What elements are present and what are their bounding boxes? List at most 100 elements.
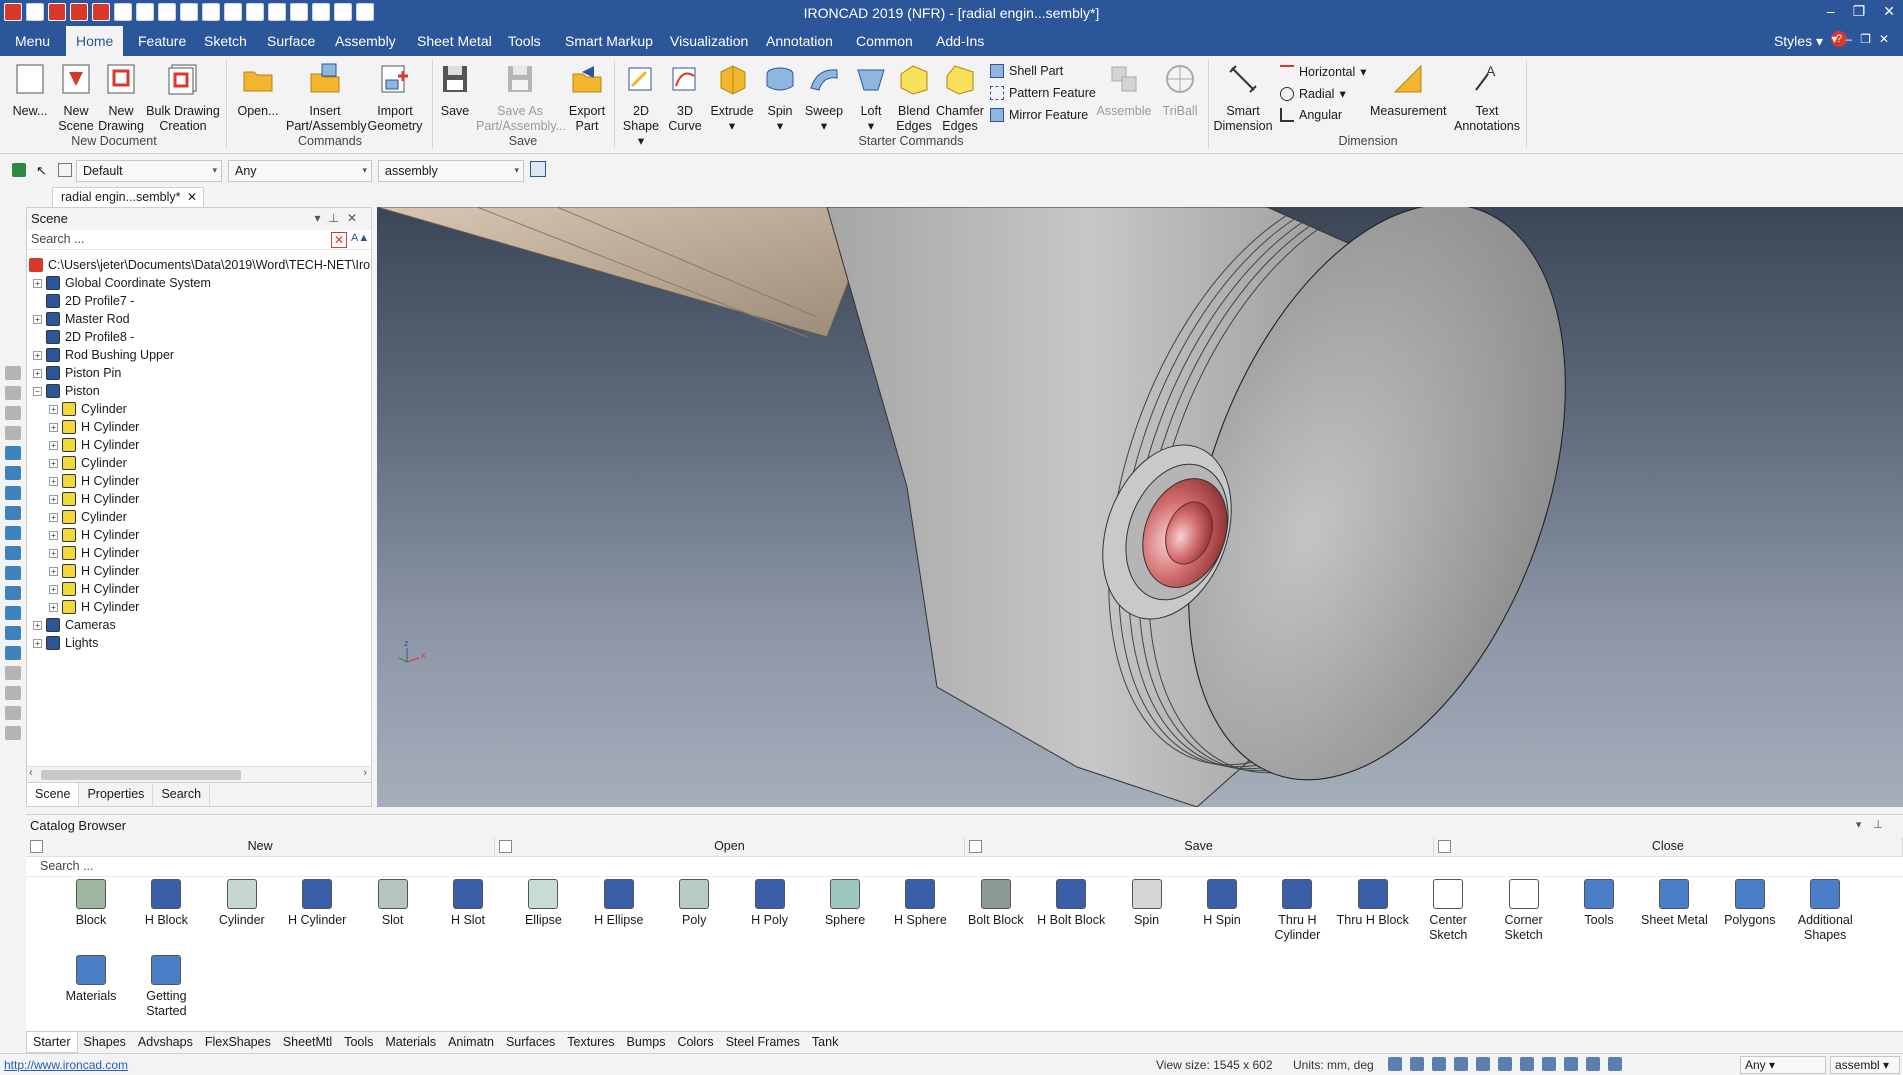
- style-combo[interactable]: Default ▾: [76, 160, 222, 182]
- catalog-item[interactable]: H Sphere: [883, 879, 957, 928]
- catalog-item[interactable]: Block: [54, 879, 128, 928]
- status-level-combo[interactable]: assembl ▾: [1830, 1056, 1900, 1074]
- smart-dimension-button[interactable]: Smart Dimension: [1212, 62, 1274, 134]
- tree-item[interactable]: + H Cylinder: [49, 418, 139, 436]
- horizontal-dimension-button[interactable]: Horizontal ▾: [1280, 64, 1367, 79]
- mirror-feature-button[interactable]: Mirror Feature: [990, 108, 1088, 122]
- expand-toggle-icon[interactable]: +: [49, 548, 58, 558]
- catalog-item[interactable]: H Spin: [1185, 879, 1259, 928]
- expand-toggle-icon[interactable]: +: [49, 512, 58, 522]
- catalog-item[interactable]: H Slot: [431, 879, 505, 928]
- catalog-item[interactable]: Poly: [657, 879, 731, 928]
- new-drawing-button[interactable]: New Drawing: [98, 62, 144, 134]
- catalog-tab[interactable]: Starter: [26, 1032, 78, 1053]
- tree-item[interactable]: + H Cylinder: [49, 472, 139, 490]
- spin-button[interactable]: Spin ▾: [762, 62, 798, 134]
- tool-icon[interactable]: [5, 606, 21, 620]
- scroll-left-icon[interactable]: ‹: [29, 767, 33, 779]
- tree-item[interactable]: + Cylinder: [49, 508, 127, 526]
- tool-icon[interactable]: [5, 426, 21, 440]
- cursor-icon[interactable]: [1608, 1057, 1622, 1071]
- catalog-tab[interactable]: Steel Frames: [720, 1032, 806, 1053]
- catalog-item[interactable]: Thru H Block: [1336, 879, 1410, 928]
- minimize-icon[interactable]: –: [1827, 3, 1835, 20]
- tab-search[interactable]: Search: [153, 783, 211, 806]
- horizontal-scrollbar[interactable]: ‹ ›: [27, 766, 371, 782]
- expand-toggle-icon[interactable]: +: [49, 440, 58, 450]
- clear-search-icon[interactable]: ✕: [331, 232, 347, 248]
- tree-root[interactable]: C:\Users\jeter\Documents\Data\2019\Word\…: [29, 256, 371, 274]
- blend-edges-button[interactable]: Blend Edges: [894, 62, 934, 134]
- 3d-viewport[interactable]: z x: [377, 207, 1903, 807]
- close-tab-icon[interactable]: ✕: [187, 190, 197, 204]
- expand-toggle-icon[interactable]: +: [49, 422, 58, 432]
- catalog-tab[interactable]: Colors: [671, 1032, 719, 1053]
- orbit-icon[interactable]: [1476, 1057, 1490, 1071]
- expand-toggle-icon[interactable]: +: [33, 638, 42, 648]
- loft-button[interactable]: Loft ▾: [852, 62, 890, 134]
- tree-item[interactable]: + Cylinder: [49, 454, 127, 472]
- catalog-tab[interactable]: Tools: [338, 1032, 379, 1053]
- catalog-item[interactable]: Materials: [54, 955, 128, 1004]
- tab-sheet-metal[interactable]: Sheet Metal: [407, 26, 502, 56]
- tab-home[interactable]: Home: [66, 26, 124, 56]
- extrude-button[interactable]: Extrude ▾: [708, 62, 756, 134]
- expand-toggle-icon[interactable]: +: [33, 278, 42, 288]
- tree-item[interactable]: + H Cylinder: [49, 436, 139, 454]
- import-geometry-button[interactable]: Import Geometry: [366, 62, 424, 134]
- tree-item[interactable]: + H Cylinder: [49, 544, 139, 562]
- tree-item[interactable]: + Piston Pin: [33, 364, 121, 382]
- catalog-tab[interactable]: Textures: [561, 1032, 620, 1053]
- catalog-tab[interactable]: Bumps: [621, 1032, 672, 1053]
- new-scene-button[interactable]: New Scene: [56, 62, 96, 134]
- catalog-item[interactable]: Center Sketch: [1411, 879, 1485, 943]
- tree-item[interactable]: + Rod Bushing Upper: [33, 346, 174, 364]
- catalog-item[interactable]: Tools: [1562, 879, 1636, 928]
- tool-icon[interactable]: [5, 726, 21, 740]
- tool-icon[interactable]: [5, 486, 21, 500]
- tree-item[interactable]: + Lights: [33, 634, 98, 652]
- catalog-new-button[interactable]: New: [26, 837, 496, 856]
- catalog-item[interactable]: H Cylinder: [280, 879, 354, 928]
- catalog-item[interactable]: H Poly: [733, 879, 807, 928]
- export-part-button[interactable]: Export Part: [566, 62, 608, 134]
- shell-part-button[interactable]: Shell Part: [990, 64, 1063, 78]
- catalog-item[interactable]: Sheet Metal: [1637, 879, 1711, 928]
- catalog-save-button[interactable]: Save: [965, 837, 1434, 856]
- document-tab[interactable]: radial engin...sembly* ✕: [52, 187, 204, 207]
- expand-toggle-icon[interactable]: +: [49, 602, 58, 612]
- assemble-button[interactable]: Assemble: [1096, 62, 1152, 119]
- new-button[interactable]: New...: [10, 62, 50, 119]
- website-link[interactable]: http://www.ironcad.com: [4, 1058, 128, 1072]
- tree-item[interactable]: − Piston: [33, 382, 100, 400]
- tree-item[interactable]: + Master Rod: [33, 310, 130, 328]
- catalog-search-input[interactable]: Search ...: [26, 857, 1903, 877]
- chamfer-edges-button[interactable]: Chamfer Edges: [936, 62, 984, 134]
- camera-icon[interactable]: [1520, 1057, 1534, 1071]
- tool-icon[interactable]: [5, 386, 21, 400]
- tool-icon[interactable]: [5, 626, 21, 640]
- catalog-item[interactable]: Slot: [356, 879, 430, 928]
- tab-scene[interactable]: Scene: [27, 783, 80, 806]
- tool-icon[interactable]: [5, 466, 21, 480]
- frame-icon[interactable]: [1542, 1057, 1556, 1071]
- catalog-item[interactable]: Corner Sketch: [1487, 879, 1561, 943]
- render-icon[interactable]: [1498, 1057, 1512, 1071]
- tab-visualization[interactable]: Visualization: [660, 26, 758, 56]
- tool-icon[interactable]: [5, 546, 21, 560]
- scene-search-input[interactable]: Search ... ✕ A▲: [27, 230, 371, 250]
- expand-toggle-icon[interactable]: +: [33, 620, 42, 630]
- scrollbar-thumb[interactable]: [41, 770, 241, 780]
- level-combo[interactable]: assembly ▾: [378, 160, 524, 182]
- catalog-tab[interactable]: Tank: [806, 1032, 844, 1053]
- catalog-item[interactable]: Bolt Block: [959, 879, 1033, 928]
- tab-properties[interactable]: Properties: [79, 783, 154, 806]
- 3d-curve-button[interactable]: 3D Curve: [666, 62, 704, 134]
- tool-icon[interactable]: [5, 446, 21, 460]
- insert-part-button[interactable]: Insert Part/Assembly: [286, 62, 367, 134]
- catalog-item[interactable]: Ellipse: [506, 879, 580, 928]
- catalog-item[interactable]: H Block: [129, 879, 203, 928]
- bulk-drawing-button[interactable]: Bulk Drawing Creation: [146, 62, 220, 134]
- catalog-open-button[interactable]: Open: [495, 837, 965, 856]
- cursor-icon[interactable]: ↖: [36, 163, 47, 179]
